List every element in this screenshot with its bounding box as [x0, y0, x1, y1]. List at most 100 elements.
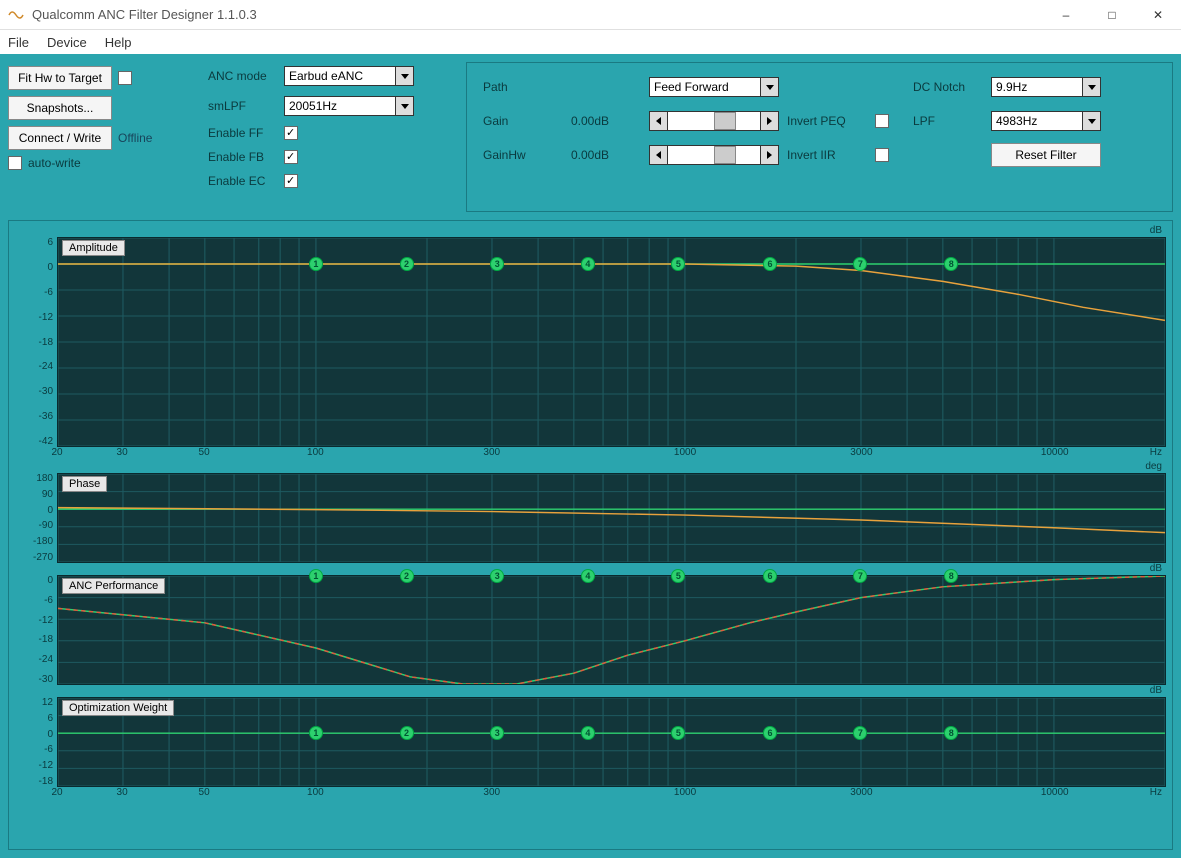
filter-node-3[interactable]: 3 [490, 569, 504, 583]
close-button[interactable]: ✕ [1135, 0, 1181, 30]
y-tick: 6 [47, 237, 53, 248]
filter-node-4[interactable]: 4 [581, 257, 595, 271]
x-tick: 30 [117, 447, 128, 458]
reset-filter-button[interactable]: Reset Filter [991, 143, 1101, 167]
filter-node-1[interactable]: 1 [309, 569, 323, 583]
filter-node-2[interactable]: 2 [400, 726, 414, 740]
y-unit-label: dB [13, 685, 1166, 697]
invert-peq-checkbox[interactable] [875, 114, 889, 128]
minimize-button[interactable]: ‒ [1043, 0, 1089, 30]
filter-node-7[interactable]: 7 [853, 726, 867, 740]
arrow-left-icon[interactable] [650, 146, 668, 164]
offline-label: Offline [118, 131, 186, 145]
gain-label: Gain [483, 114, 563, 128]
y-tick: -12 [39, 615, 53, 626]
filter-node-5[interactable]: 5 [671, 569, 685, 583]
fit-hw-button[interactable]: Fit Hw to Target [8, 66, 112, 90]
filter-node-3[interactable]: 3 [490, 726, 504, 740]
filter-node-6[interactable]: 6 [763, 257, 777, 271]
auto-write-label: auto-write [28, 156, 81, 170]
dcnotch-value: 9.9Hz [996, 80, 1027, 94]
filter-node-5[interactable]: 5 [671, 257, 685, 271]
y-tick: -6 [44, 595, 53, 606]
filter-node-7[interactable]: 7 [853, 257, 867, 271]
fit-hw-checkbox[interactable] [118, 71, 132, 85]
y-tick: 0 [47, 262, 53, 273]
filter-node-2[interactable]: 2 [400, 569, 414, 583]
enable-fb-label: Enable FB [208, 150, 276, 164]
menu-help[interactable]: Help [105, 35, 132, 50]
x-tick: 10000 [1041, 787, 1069, 798]
filter-node-2[interactable]: 2 [400, 257, 414, 271]
enable-ff-label: Enable FF [208, 126, 276, 140]
enable-ec-label: Enable EC [208, 174, 276, 188]
filter-node-4[interactable]: 4 [581, 569, 595, 583]
filter-node-5[interactable]: 5 [671, 726, 685, 740]
smlpf-select[interactable]: 20051Hz [284, 96, 414, 116]
x-tick: 1000 [674, 787, 696, 798]
filter-node-7[interactable]: 7 [853, 569, 867, 583]
x-tick: 50 [199, 787, 210, 798]
arrow-right-icon[interactable] [760, 112, 778, 130]
chart-optimization-weight[interactable]: Optimization Weight12345678 [57, 697, 1166, 787]
y-tick: -180 [33, 536, 53, 547]
snapshots-button[interactable]: Snapshots... [8, 96, 112, 120]
y-tick: 0 [47, 729, 53, 740]
y-tick: 6 [47, 713, 53, 724]
arrow-left-icon[interactable] [650, 112, 668, 130]
filter-node-1[interactable]: 1 [309, 257, 323, 271]
filter-node-8[interactable]: 8 [944, 569, 958, 583]
enable-fb-checkbox[interactable] [284, 150, 298, 164]
dropdown-icon [1082, 78, 1100, 96]
arrow-right-icon[interactable] [760, 146, 778, 164]
filter-node-6[interactable]: 6 [763, 726, 777, 740]
lpf-value: 4983Hz [996, 114, 1037, 128]
x-tick: 30 [117, 787, 128, 798]
dcnotch-select[interactable]: 9.9Hz [991, 77, 1101, 97]
enable-ff-checkbox[interactable] [284, 126, 298, 140]
anc-mode-label: ANC mode [208, 69, 276, 83]
menu-file[interactable]: File [8, 35, 29, 50]
filter-node-8[interactable]: 8 [944, 257, 958, 271]
filter-node-8[interactable]: 8 [944, 726, 958, 740]
filter-node-4[interactable]: 4 [581, 726, 595, 740]
y-tick: -270 [33, 552, 53, 563]
x-tick: 3000 [850, 787, 872, 798]
gainhw-slider[interactable] [649, 145, 779, 165]
y-tick: -30 [39, 674, 53, 685]
chart-phase[interactable]: Phase [57, 473, 1166, 563]
slider-thumb[interactable] [714, 112, 736, 130]
enable-ec-checkbox[interactable] [284, 174, 298, 188]
gainhw-label: GainHw [483, 148, 563, 162]
chart-amplitude[interactable]: Amplitude12345678 [57, 237, 1166, 447]
menubar: File Device Help [0, 30, 1181, 54]
chart-anc-performance[interactable]: ANC Performance12345678 [57, 575, 1166, 685]
auto-write-checkbox[interactable] [8, 156, 22, 170]
y-tick: -30 [39, 386, 53, 397]
filter-panel: Path Feed Forward DC Notch 9.9Hz Gain 0.… [466, 62, 1173, 212]
lpf-select[interactable]: 4983Hz [991, 111, 1101, 131]
filter-node-6[interactable]: 6 [763, 569, 777, 583]
filter-node-3[interactable]: 3 [490, 257, 504, 271]
mid-controls: ANC mode Earbud eANC smLPF 20051Hz Enabl… [208, 62, 458, 212]
path-select[interactable]: Feed Forward [649, 77, 779, 97]
maximize-button[interactable]: □ [1089, 0, 1135, 30]
filter-node-1[interactable]: 1 [309, 726, 323, 740]
y-tick: -6 [44, 744, 53, 755]
x-unit-label: Hz [1150, 447, 1162, 458]
smlpf-value: 20051Hz [289, 99, 337, 113]
chart-title: Phase [62, 476, 107, 492]
anc-mode-select[interactable]: Earbud eANC [284, 66, 414, 86]
connect-write-button[interactable]: Connect / Write [8, 126, 112, 150]
gainhw-value: 0.00dB [571, 148, 641, 162]
chart-title: ANC Performance [62, 578, 165, 594]
invert-iir-checkbox[interactable] [875, 148, 889, 162]
gain-slider[interactable] [649, 111, 779, 131]
y-tick: -12 [39, 312, 53, 323]
slider-thumb[interactable] [714, 146, 736, 164]
x-tick: 50 [199, 447, 210, 458]
x-tick: 10000 [1041, 447, 1069, 458]
x-unit-label: Hz [1150, 787, 1162, 798]
menu-device[interactable]: Device [47, 35, 87, 50]
y-tick: 12 [42, 697, 53, 708]
